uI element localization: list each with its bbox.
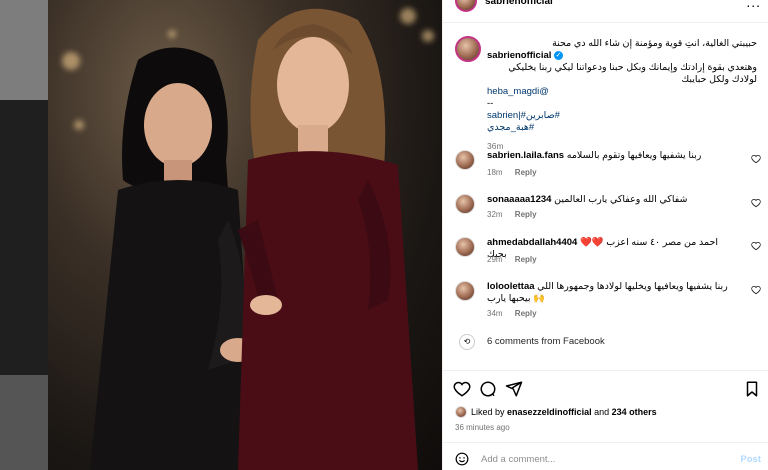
- like-comment-heart-icon[interactable]: [751, 198, 761, 208]
- emoji-smile-icon[interactable]: [455, 452, 469, 466]
- post-actions-bar: [443, 378, 768, 402]
- post-comment-button[interactable]: Post: [740, 454, 761, 465]
- like-heart-icon[interactable]: [453, 380, 471, 398]
- caption-mention[interactable]: heba_magdi@: [487, 86, 757, 98]
- comment-input[interactable]: Add a comment...: [481, 454, 555, 465]
- comment-time: 29m: [487, 255, 503, 264]
- woman-in-burgundy-dress: [238, 8, 418, 470]
- comment-text: sonaaaaa1234 شفاكي الله وعفاكي يارب العا…: [487, 194, 737, 206]
- caption-arabic-line: حبيبتي الغالية، انتِ قوية ومؤمنة إن شاء …: [552, 38, 757, 49]
- commenter-username[interactable]: loloolettaa: [487, 281, 535, 292]
- facebook-comments-label[interactable]: 6 comments from Facebook: [487, 336, 605, 347]
- caption-text: وهتعدي بقوة إرادتك وإيمانك وبكل حبنا ودع…: [508, 62, 757, 85]
- caption-author-avatar[interactable]: [455, 36, 481, 62]
- instagram-post-modal: sabrienofficial ... حبيبتي الغالية، انتِ…: [0, 0, 768, 470]
- comment-meta: 18m Reply: [487, 168, 547, 177]
- comment-time: 34m: [487, 309, 503, 318]
- caption-username[interactable]: sabrienofficial: [487, 50, 551, 61]
- comment-bubble-icon[interactable]: [479, 380, 497, 398]
- actions-divider: [443, 370, 768, 371]
- commenter-avatar[interactable]: [455, 150, 475, 170]
- commenter-avatar[interactable]: [455, 281, 475, 301]
- commenter-avatar[interactable]: [455, 194, 475, 214]
- facebook-comments-link[interactable]: ⟲ 6 comments from Facebook: [455, 334, 755, 352]
- comment-body: شفاكي الله وعفاكي يارب العالمين: [554, 194, 688, 205]
- facebook-sync-icon: ⟲: [459, 334, 475, 350]
- comment-item: sabrien.laila.fans ربنا يشفيها ويعافيها …: [443, 150, 768, 190]
- add-comment-bar: Add a comment... Post: [443, 448, 768, 470]
- modal-backdrop[interactable]: [0, 0, 48, 470]
- commenter-username[interactable]: ahmedabdallah4404: [487, 237, 577, 248]
- author-username[interactable]: sabrienofficial: [485, 0, 553, 7]
- bokeh-light: [168, 30, 176, 38]
- comment-item: ahmedabdallah4404 ❤️❤️ احمد من مصر ٤٠ سن…: [443, 237, 768, 277]
- commenter-username[interactable]: sonaaaaa1234: [487, 194, 551, 205]
- post-timestamp[interactable]: 36 minutes ago: [455, 423, 510, 432]
- more-options-icon[interactable]: ...: [746, 0, 761, 10]
- likes-and: and: [594, 407, 610, 417]
- reply-button[interactable]: Reply: [515, 168, 537, 177]
- likes-count[interactable]: 234 others: [612, 407, 657, 417]
- caption-body: حبيبتي الغالية، انتِ قوية ومؤمنة إن شاء …: [487, 38, 757, 152]
- comment-item: loloolettaa ربنا يشفيها ويعافيها ويخليها…: [443, 281, 768, 321]
- share-send-icon[interactable]: [505, 380, 523, 398]
- comment-meta: 29m Reply: [487, 255, 547, 264]
- save-bookmark-icon[interactable]: [743, 380, 761, 398]
- caption-separator: --: [487, 98, 494, 109]
- like-comment-heart-icon[interactable]: [751, 285, 761, 295]
- caption-hashtag-heba[interactable]: هبة_مجدي#: [487, 122, 757, 134]
- comment-meta: 32m Reply: [487, 210, 547, 219]
- backdrop-area: [0, 0, 48, 100]
- caption-first-line: sabrienofficial ✓: [487, 50, 757, 62]
- post-image[interactable]: [48, 0, 442, 470]
- likes-text: Liked by enasezzeldinofficial and 234 ot…: [471, 407, 657, 417]
- likes-summary: Liked by enasezzeldinofficial and 234 ot…: [455, 406, 755, 420]
- post-details-panel: sabrienofficial ... حبيبتي الغالية، انتِ…: [442, 0, 768, 470]
- liker-username[interactable]: enasezzeldinofficial: [507, 407, 592, 417]
- comment-body: ربنا يشفيها ويعافيها وتقوم بالسلامه: [566, 150, 702, 161]
- commenter-username[interactable]: sabrien.laila.fans: [487, 150, 564, 161]
- reply-button[interactable]: Reply: [515, 210, 537, 219]
- backdrop-area: [0, 100, 48, 375]
- comment-text: sabrien.laila.fans ربنا يشفيها ويعافيها …: [487, 150, 737, 162]
- reply-button[interactable]: Reply: [515, 255, 537, 264]
- comment-input-divider: [443, 442, 768, 443]
- comment-text: loloolettaa ربنا يشفيها ويعافيها ويخليها…: [487, 281, 737, 305]
- commenter-avatar[interactable]: [455, 237, 475, 257]
- comment-time: 32m: [487, 210, 503, 219]
- liker-avatar[interactable]: [455, 406, 467, 418]
- author-avatar[interactable]: [455, 0, 477, 12]
- post-header: sabrienofficial ...: [443, 0, 768, 14]
- like-comment-heart-icon[interactable]: [751, 154, 761, 164]
- header-divider: [443, 22, 768, 23]
- likes-prefix: Liked by: [471, 407, 505, 417]
- like-comment-heart-icon[interactable]: [751, 241, 761, 251]
- comment-item: sonaaaaa1234 شفاكي الله وعفاكي يارب العا…: [443, 194, 768, 234]
- backdrop-area: [0, 375, 48, 470]
- caption-hashtags[interactable]: sabrien|#صابرين#: [487, 110, 757, 122]
- reply-button[interactable]: Reply: [515, 309, 537, 318]
- comment-time: 18m: [487, 168, 503, 177]
- verified-badge-icon: ✓: [554, 50, 564, 60]
- comment-meta: 34m Reply: [487, 309, 547, 318]
